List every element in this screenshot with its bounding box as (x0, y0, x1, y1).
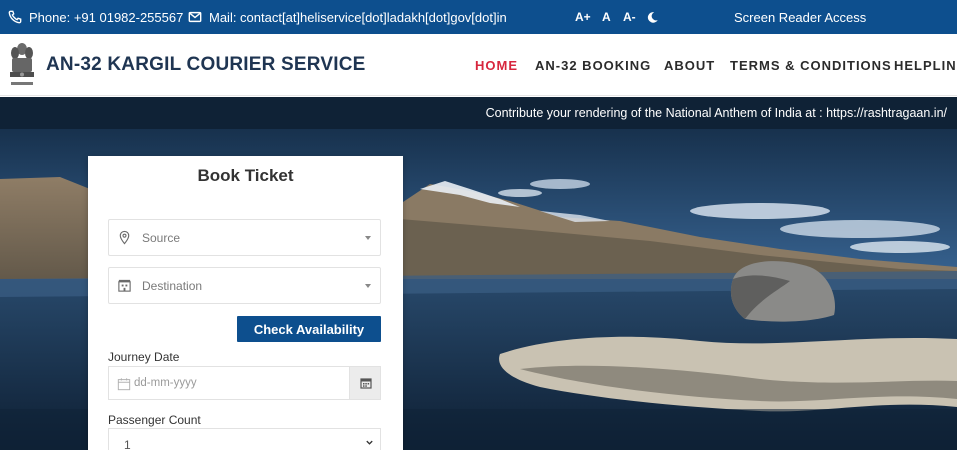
chevron-down-icon (366, 440, 373, 445)
announcement-text[interactable]: Contribute your rendering of the Nationa… (486, 97, 947, 129)
date-picker-button[interactable] (349, 366, 381, 400)
font-increase-button[interactable]: A+ (575, 0, 591, 34)
caret-down-icon (365, 236, 371, 240)
mail-icon (188, 11, 202, 23)
national-emblem-logo[interactable] (8, 40, 36, 90)
site-title[interactable]: AN-32 KARGIL COURIER SERVICE (46, 34, 366, 96)
source-select[interactable]: Source (108, 219, 381, 256)
phone-icon (8, 10, 22, 24)
announcement-marquee: Contribute your rendering of the Nationa… (0, 97, 957, 129)
screen-reader-link[interactable]: Screen Reader Access (734, 0, 866, 34)
theme-toggle[interactable] (646, 0, 659, 34)
calendar-icon (360, 378, 372, 389)
building-icon (118, 279, 131, 292)
calendar-icon (117, 378, 131, 391)
booking-title: Book Ticket (197, 166, 294, 185)
phone-text: Phone: +91 01982-255567 (29, 9, 184, 25)
destination-placeholder: Destination (142, 278, 203, 293)
nav-an32-booking[interactable]: AN-32 BOOKING (535, 34, 651, 96)
phone-contact[interactable]: Phone: +91 01982-255567 (8, 0, 183, 34)
location-pin-icon (119, 230, 130, 245)
passenger-count-label: Passenger Count (108, 413, 201, 427)
source-placeholder: Source (142, 230, 181, 245)
destination-select[interactable]: Destination (108, 267, 381, 304)
nav-home[interactable]: HOME (475, 34, 518, 96)
font-decrease-button[interactable]: A- (623, 0, 636, 34)
top-bar: Phone: +91 01982-255567 Mail: contact[at… (0, 0, 957, 34)
nav-about[interactable]: ABOUT (664, 34, 715, 96)
journey-date-group: dd-mm-yyyy (108, 366, 381, 400)
site-header: AN-32 KARGIL COURIER SERVICE HOME AN-32 … (0, 34, 957, 96)
caret-down-icon (365, 284, 371, 288)
journey-date-label: Journey Date (108, 350, 180, 364)
passenger-count-select[interactable]: 1 (108, 428, 381, 450)
moon-icon (647, 11, 658, 23)
mail-contact[interactable]: Mail: contact[at]heliservice[dot]ladakh[… (188, 0, 507, 34)
nav-helpline[interactable]: HELPLINE (894, 34, 957, 96)
check-availability-button[interactable]: Check Availability (237, 316, 381, 342)
mail-text: Mail: contact[at]heliservice[dot]ladakh[… (209, 9, 507, 25)
passenger-count-value: 1 (124, 438, 131, 450)
journey-date-input[interactable]: dd-mm-yyyy (108, 366, 350, 400)
date-placeholder: dd-mm-yyyy (134, 377, 197, 389)
booking-card: Book Ticket Source Destination Check Ava… (88, 156, 403, 450)
nav-terms-conditions[interactable]: TERMS & CONDITIONS (730, 34, 892, 96)
font-normal-button[interactable]: A (602, 0, 611, 34)
